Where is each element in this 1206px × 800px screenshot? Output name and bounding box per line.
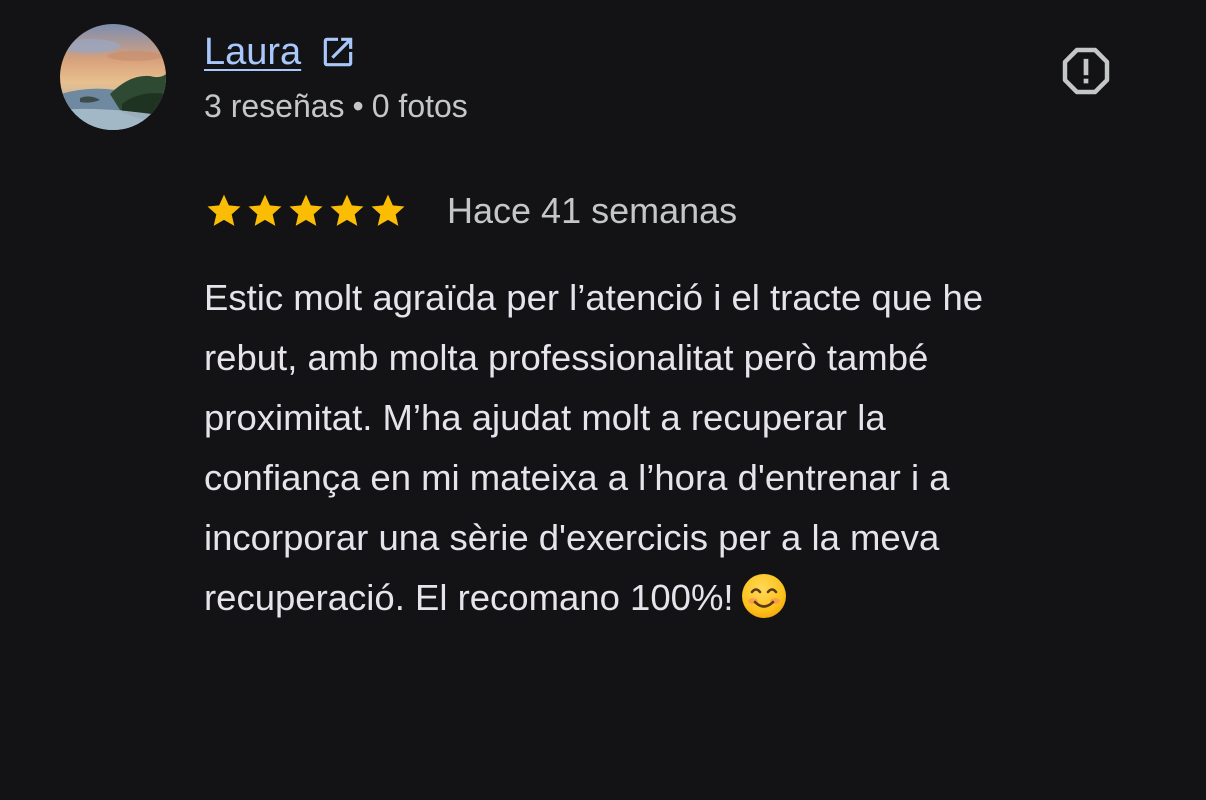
star-icon (248, 194, 282, 226)
author-name-link[interactable]: Laura (204, 33, 301, 71)
review-card: Laura 3 reseñas • 0 fotos Hace 41 semanas … (0, 0, 1206, 800)
review-text-line: Estic molt agraïda per l’atenció i el tr… (204, 277, 984, 318)
open-in-new-icon[interactable] (319, 33, 357, 71)
author-name-row: Laura (204, 28, 357, 76)
review-text-line: proximitat. M’ha ajudat molt a recuperar… (204, 397, 886, 438)
star-icon (207, 194, 241, 226)
review-text-line: confiança en mi mateixa a l’hora d'entre… (204, 457, 950, 498)
smiling-face-emoji (741, 574, 786, 618)
rating-row: Hace 41 semanas (204, 186, 737, 236)
review-text-line: recuperació. El recomano 100%! (204, 577, 734, 618)
author-meta: 3 reseñas • 0 fotos (204, 84, 468, 128)
star-icon (371, 194, 405, 226)
photos-count: 0 fotos (371, 88, 468, 124)
meta-separator: • (352, 88, 364, 124)
report-icon[interactable] (1058, 43, 1114, 99)
review-text-line: rebut, amb molta professionalitat però t… (204, 337, 929, 378)
review-time: Hace 41 semanas (447, 190, 738, 231)
star-icon (289, 194, 323, 226)
review-text-line: incorporar una sèrie d'exercicis per a l… (204, 517, 940, 558)
author-avatar[interactable] (60, 24, 166, 130)
star-rating (204, 191, 409, 231)
avatar-photo (60, 24, 166, 130)
reviews-count: 3 reseñas (204, 88, 345, 124)
star-icon (330, 194, 364, 226)
review-text: Estic molt agraïda per l’atenció i el tr… (204, 268, 1134, 628)
